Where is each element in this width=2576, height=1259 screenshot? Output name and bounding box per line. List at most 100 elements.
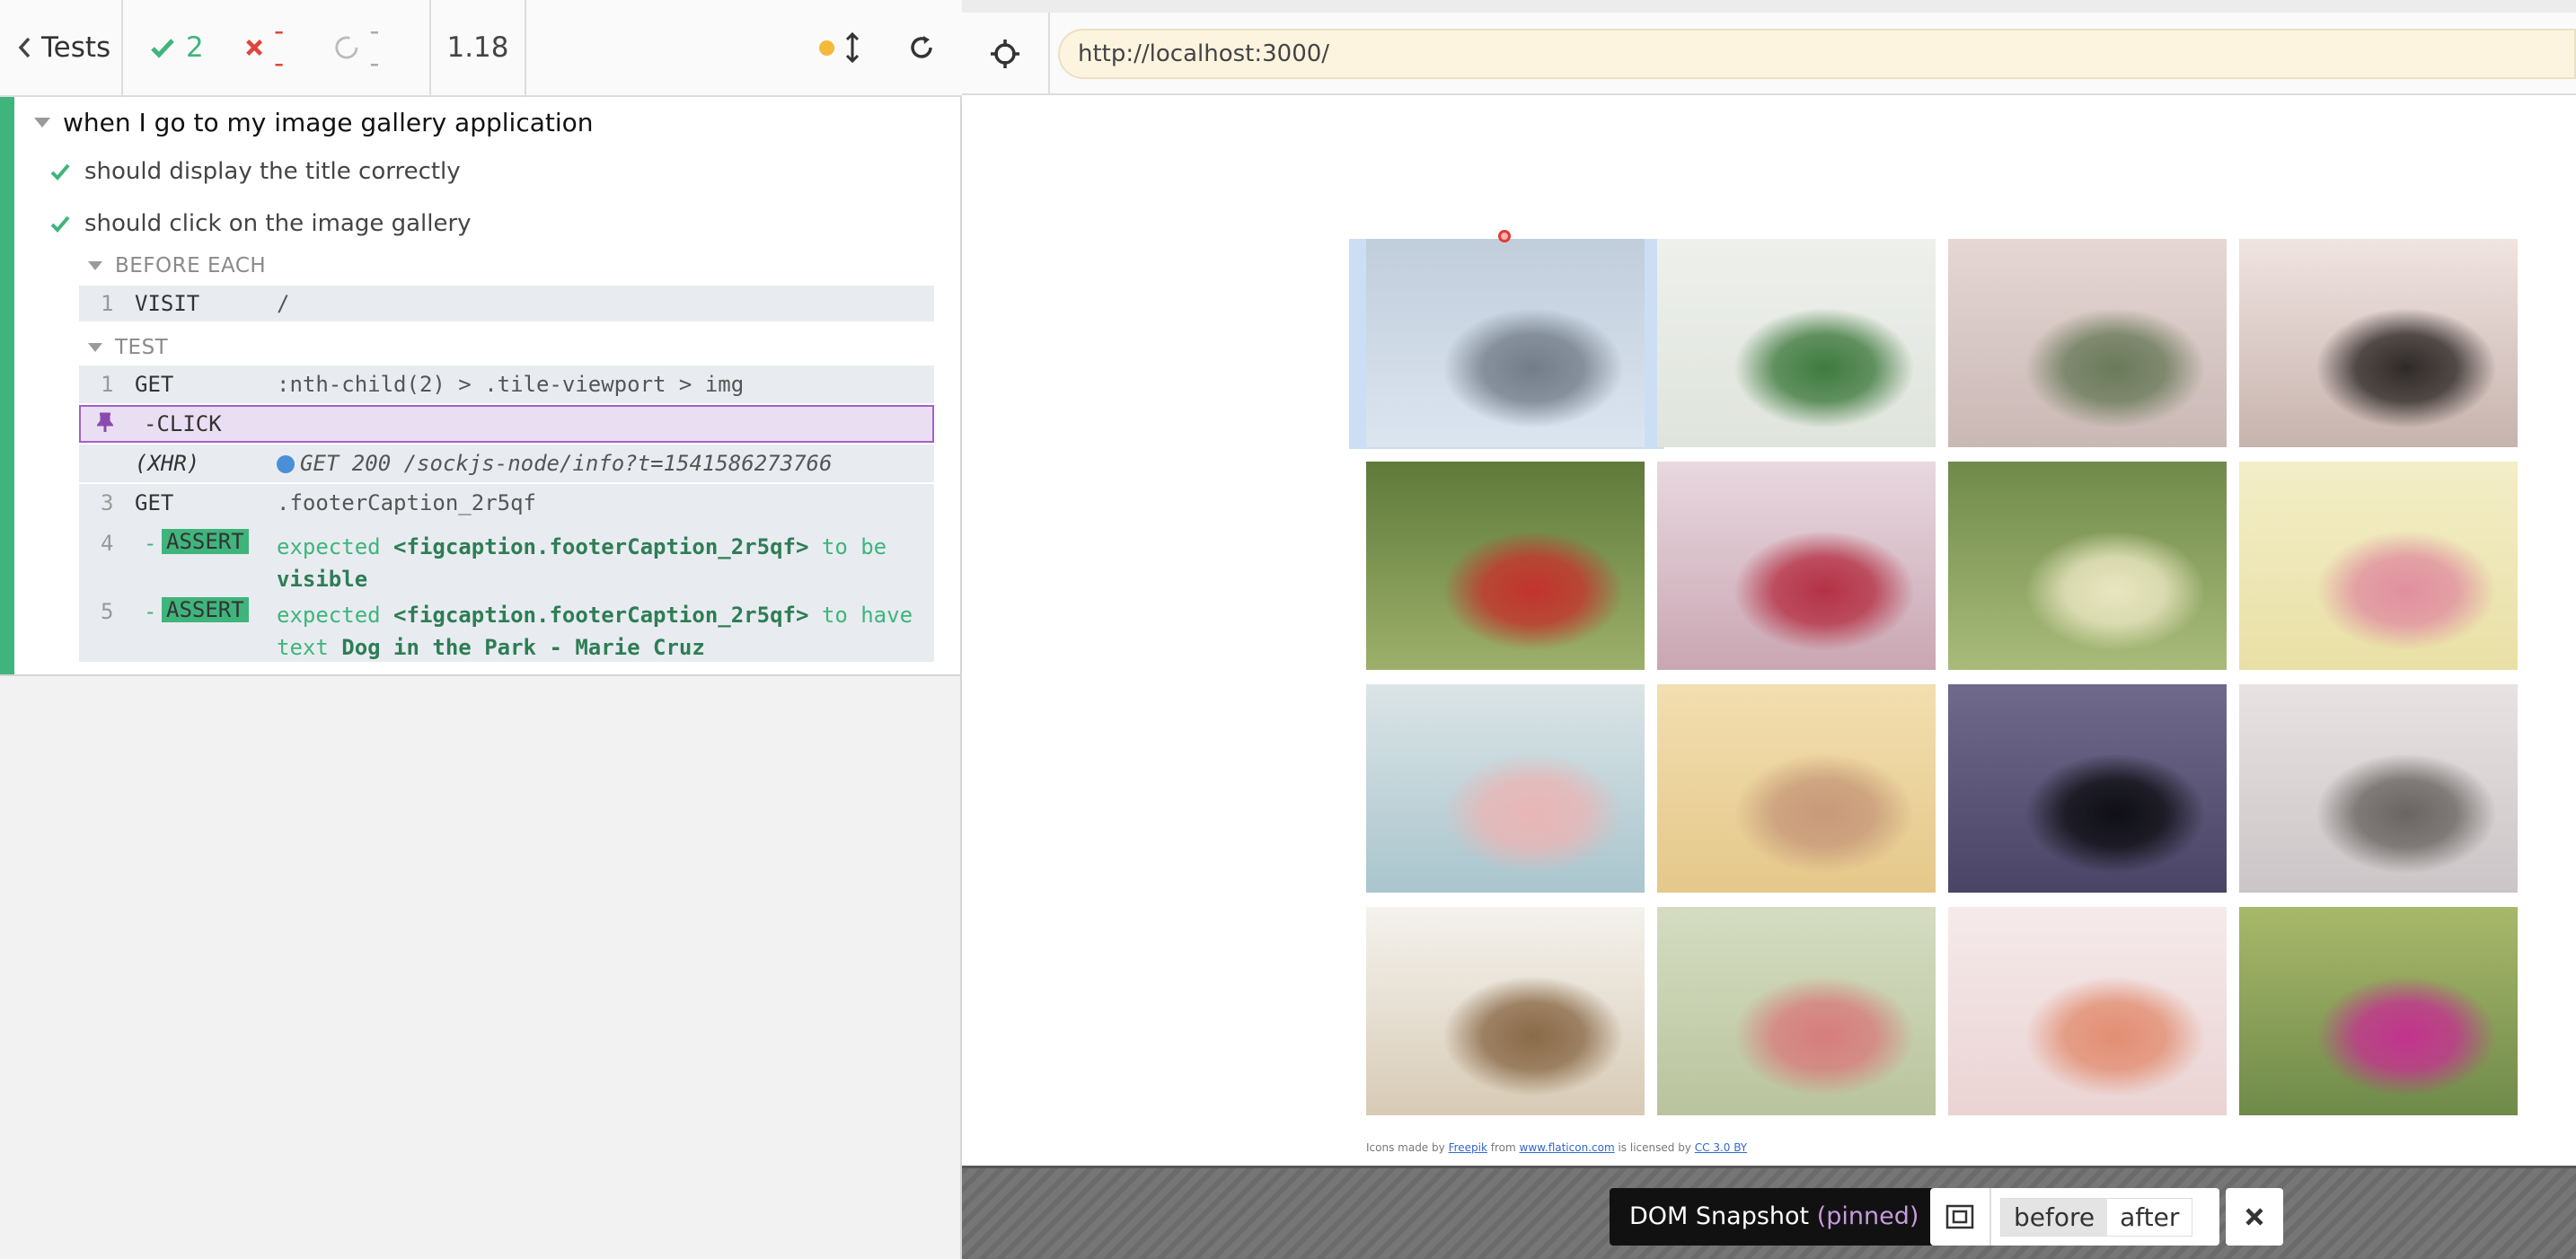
- gallery-image: [2239, 462, 2518, 670]
- command-assert[interactable]: 5 - ASSERT expected <figcaption.footerCa…: [79, 590, 934, 662]
- gallery-tile-windmill[interactable]: [2239, 239, 2518, 447]
- failed-count: --: [274, 15, 285, 80]
- gallery-tile-blossom-branch[interactable]: [1657, 684, 1936, 893]
- tests-button[interactable]: Tests: [0, 0, 123, 95]
- suite-title[interactable]: when I go to my image gallery applicatio…: [34, 108, 594, 137]
- assert-badge: ASSERT: [162, 597, 249, 622]
- command-get[interactable]: 1 GET :nth-child(2) > .tile-viewport > i…: [79, 365, 934, 403]
- refresh-icon: [911, 36, 932, 58]
- gallery-tile-origami-fox-book[interactable]: [2239, 462, 2518, 670]
- command-message: /: [277, 291, 290, 316]
- suite-title-text: when I go to my image gallery applicatio…: [63, 108, 594, 137]
- app-under-test-panel: http://localhost:3000/ Icons made by Fre…: [962, 0, 2576, 1259]
- xhr-status-dot-icon: [277, 455, 295, 473]
- command-log-panel: Tests 2 -- -- 1.18 when I go to my image…: [0, 0, 962, 1259]
- test-row[interactable]: should display the title correctly: [50, 158, 461, 185]
- check-icon: [151, 39, 174, 58]
- gallery-tile-red-berries[interactable]: [1657, 462, 1936, 670]
- url-bar[interactable]: http://localhost:3000/: [1058, 29, 2576, 79]
- test-section-header[interactable]: TEST: [88, 336, 168, 359]
- credits-site-link[interactable]: www.flaticon.com: [1520, 1141, 1615, 1154]
- gallery-image: [1366, 684, 1645, 893]
- snapshot-label: DOM Snapshot (pinned): [1610, 1188, 1939, 1246]
- auto-scroll-toggle[interactable]: [819, 32, 860, 63]
- command-xhr[interactable]: (XHR) GET 200 /sockjs-node/info?t=154158…: [79, 445, 934, 482]
- close-snapshot-button[interactable]: [2226, 1188, 2283, 1246]
- runnable-list: when I go to my image gallery applicatio…: [0, 97, 960, 676]
- highlight-toggle-button[interactable]: [1930, 1188, 1991, 1246]
- gallery-tile-origami-swan[interactable]: [1657, 239, 1936, 447]
- close-icon: [2245, 1208, 2263, 1226]
- assert-value: Dog in the Park - Marie Cruz: [341, 635, 705, 660]
- command-get[interactable]: 3 GET .footerCaption_2r5qf: [79, 484, 934, 522]
- command-assert[interactable]: 4 - ASSERT expected <figcaption.footerCa…: [79, 522, 934, 592]
- command-message: expected <figcaption.footerCaption_2r5qf…: [277, 599, 923, 664]
- pending-circle-icon: [334, 36, 357, 59]
- assert-verb: to be: [821, 534, 887, 559]
- credits-text: Icons made by: [1366, 1141, 1445, 1154]
- gallery-tile-pink-blossom[interactable]: [1366, 684, 1645, 893]
- suite-status-bar: [0, 97, 14, 674]
- gallery-image: [2239, 239, 2518, 447]
- command-visit[interactable]: 1 VISIT /: [79, 286, 934, 321]
- credits-license-link[interactable]: CC 3.0 BY: [1695, 1141, 1747, 1154]
- credits-text: from: [1490, 1141, 1516, 1154]
- gallery-tile-angry-bird[interactable]: [1366, 462, 1645, 670]
- aut-top-strip: [962, 0, 2576, 13]
- command-message: GET 200 /sockjs-node/info?t=154158627376…: [277, 445, 832, 482]
- selector-playground-button[interactable]: [962, 13, 1050, 95]
- command-number: 1: [101, 291, 114, 316]
- pin-icon: [97, 412, 113, 432]
- gallery-tile-butterfly[interactable]: [1948, 462, 2227, 670]
- after-button[interactable]: after: [2107, 1199, 2192, 1236]
- before-each-label: BEFORE EACH: [115, 254, 267, 277]
- assert-verb-2: text: [277, 635, 329, 660]
- gallery-tile-village-sky[interactable]: [1948, 239, 2227, 447]
- reporter-header: Tests 2 -- -- 1.18: [0, 0, 962, 97]
- test-section-label: TEST: [115, 336, 169, 359]
- gallery-tile-pink-flowers[interactable]: [2239, 907, 2518, 1115]
- command-number: 4: [101, 531, 114, 556]
- gallery-tile-night-silhouette[interactable]: [1948, 684, 2227, 893]
- rerun-button[interactable]: [908, 34, 935, 61]
- snapshot-controls-bar: DOM Snapshot (pinned) before after: [962, 1166, 2576, 1259]
- assert-badge: ASSERT: [162, 529, 249, 554]
- xhr-message-text: GET 200 /sockjs-node/info?t=154158627376…: [300, 451, 833, 476]
- assert-verb: to have: [821, 603, 913, 628]
- snapshot-toggle-group: before after: [1930, 1188, 2219, 1246]
- cross-icon: [245, 40, 262, 56]
- credits-text: is licensed by: [1618, 1141, 1691, 1154]
- gallery-image: [1366, 239, 1645, 447]
- command-name: GET: [135, 372, 174, 397]
- before-each-header[interactable]: BEFORE EACH: [88, 254, 266, 277]
- pending-count: --: [369, 15, 380, 80]
- gallery-tile-dog[interactable]: [1366, 239, 1645, 447]
- duration: 1.18: [431, 0, 526, 95]
- tests-label: Tests: [41, 31, 111, 64]
- gallery-image: [1948, 907, 2227, 1115]
- collapse-caret-icon: [34, 118, 50, 128]
- gallery-tile-danbo-figure[interactable]: [1366, 907, 1645, 1115]
- gallery-image: [2239, 907, 2518, 1115]
- command-name: (XHR): [135, 451, 200, 476]
- gallery-tile-book-heart[interactable]: [1657, 907, 1936, 1115]
- gallery-image: [2239, 684, 2518, 893]
- command-message: .footerCaption_2r5qf: [277, 490, 536, 515]
- gallery-tile-st-pauls-dome[interactable]: [2239, 684, 2518, 893]
- collapse-caret-icon: [88, 343, 102, 352]
- credits-author-link[interactable]: Freepik: [1449, 1141, 1487, 1154]
- check-icon: [50, 163, 70, 180]
- command-name: GET: [135, 490, 174, 515]
- crosshair-icon: [991, 40, 1019, 68]
- passed-stat: 2: [150, 31, 204, 64]
- before-button[interactable]: before: [2001, 1198, 2108, 1236]
- assert-subject: <figcaption.footerCaption_2r5qf>: [393, 534, 809, 559]
- test-row[interactable]: should click on the image gallery: [50, 210, 472, 237]
- assert-value: visible: [277, 567, 368, 592]
- assert-subject: <figcaption.footerCaption_2r5qf>: [393, 603, 809, 628]
- stats-bar: 2 -- --: [123, 0, 431, 95]
- snapshot-label-text: DOM Snapshot: [1629, 1202, 1810, 1230]
- command-click-pinned[interactable]: -CLICK: [79, 405, 934, 443]
- gallery-tile-macarons[interactable]: [1948, 907, 2227, 1115]
- chevron-left-icon: [18, 37, 31, 58]
